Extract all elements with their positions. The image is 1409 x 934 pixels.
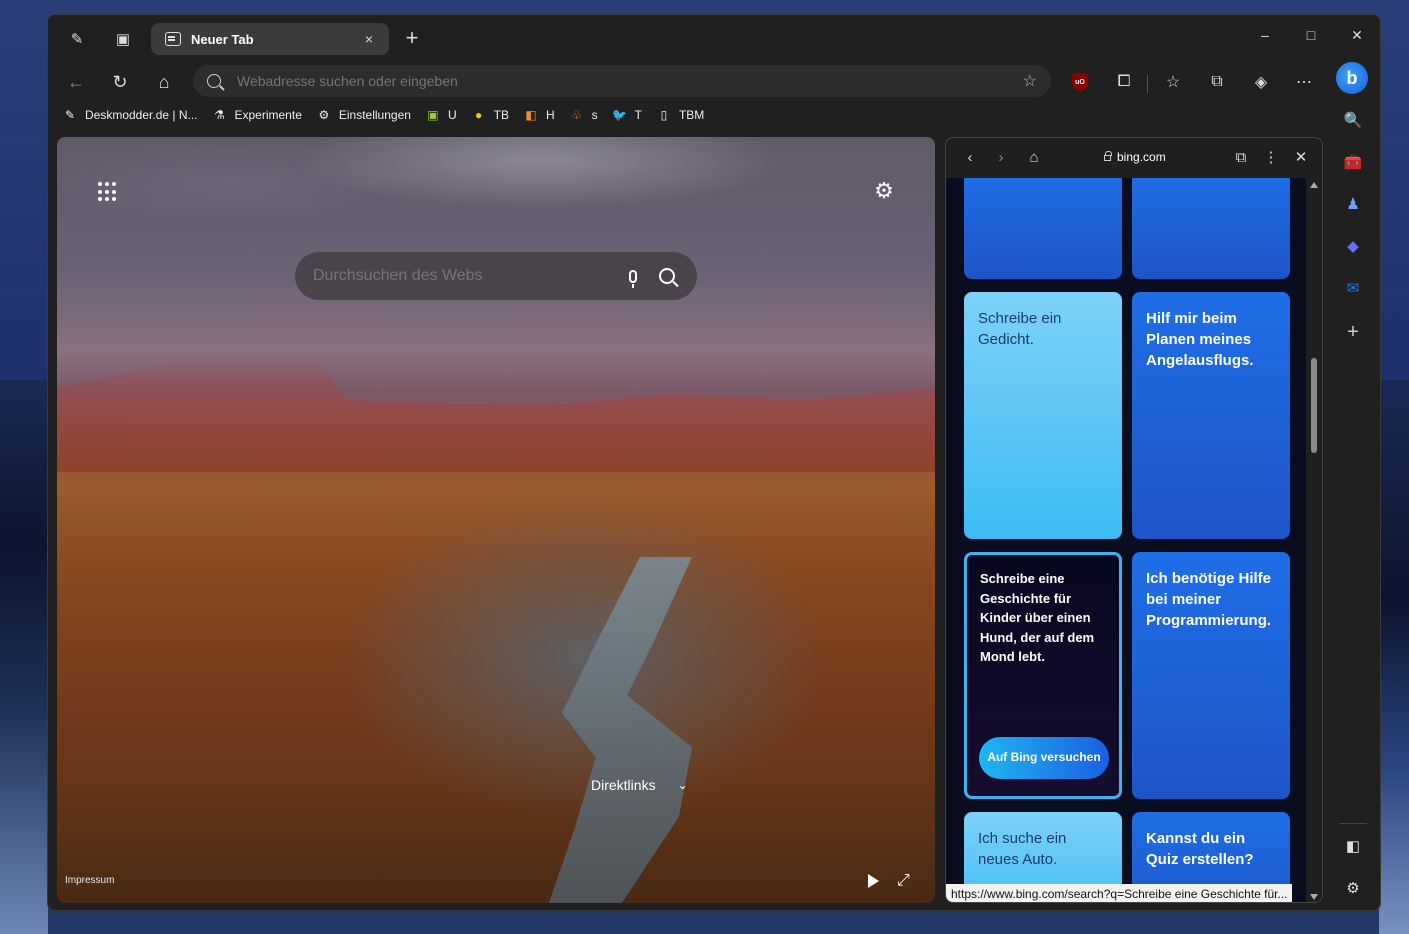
browser-essentials-icon[interactable]: ◈ — [1248, 69, 1274, 95]
sidebar-shopping-icon[interactable]: 🧰 — [1342, 151, 1364, 173]
prompt-card[interactable] — [964, 178, 1122, 279]
refresh-button[interactable]: ↻ — [105, 67, 135, 97]
panel-header: ‹ › ⌂ bing.com ⧉ ⋮ ✕ — [946, 138, 1322, 178]
profile-icon[interactable]: ✎ — [64, 26, 90, 52]
extensions-icon[interactable]: ⧠ — [1111, 69, 1137, 95]
prompt-card[interactable] — [1132, 178, 1290, 279]
play-icon[interactable] — [865, 873, 881, 889]
link-status-url: https://www.bing.com/search?q=Schreibe e… — [946, 884, 1292, 902]
search-icon — [207, 74, 221, 88]
address-input[interactable] — [237, 73, 1023, 89]
microphone-icon[interactable] — [621, 264, 645, 288]
sidebar-search-icon[interactable]: 🔍 — [1342, 109, 1364, 131]
impressum-link[interactable]: Impressum — [65, 875, 114, 886]
prompt-card-geschichte[interactable]: Schreibe eine Geschichte für Kinder über… — [964, 552, 1122, 799]
edge-sidebar: 🔍 🧰 ♟ ◆ ✉ + ◧ ⚙ — [1333, 107, 1373, 907]
background-mesa — [57, 361, 935, 472]
prompt-card-gedicht[interactable]: Schreibe ein Gedicht. — [964, 292, 1122, 539]
open-in-tab-icon[interactable]: ⧉ — [1230, 147, 1252, 169]
panel-back-icon[interactable]: ‹ — [959, 147, 981, 169]
sidebar-split-icon[interactable]: ◧ — [1342, 835, 1364, 857]
more-options-icon[interactable]: ⋯ — [1291, 69, 1317, 95]
favorite-s[interactable]: ♧ s — [569, 107, 597, 123]
sidebar-settings-icon[interactable]: ⚙ — [1342, 877, 1364, 899]
panel-close-icon[interactable]: ✕ — [1290, 147, 1312, 169]
sidebar-separator — [1339, 823, 1367, 824]
h-site-icon: ◧ — [525, 108, 537, 122]
tab-page-icon — [165, 32, 181, 46]
prompt-card-text: Schreibe eine Geschichte für Kinder über… — [980, 571, 1095, 664]
favorite-u[interactable]: ▣ U — [425, 107, 456, 123]
back-button[interactable]: ← — [61, 67, 91, 97]
favorite-t[interactable]: 🐦 T — [612, 107, 642, 123]
close-window-button[interactable]: ✕ — [1342, 27, 1372, 44]
background-river — [549, 557, 692, 903]
favorite-einstellungen[interactable]: ⚙ Einstellungen — [316, 107, 410, 123]
chevron-down-icon: ⌄ — [677, 778, 688, 792]
page-icon: ▯ — [660, 108, 668, 122]
apps-grid-icon[interactable] — [98, 182, 118, 202]
favorites-bar: ✎ Deskmodder.de | N... ⚗ Experimente ⚙ Eins… — [48, 101, 1338, 129]
tab-close-icon[interactable]: × — [359, 31, 379, 47]
favorites-icon[interactable]: ☆ — [1160, 69, 1186, 95]
home-button[interactable]: ⌂ — [149, 67, 179, 97]
desktop-wallpaper-right — [1379, 380, 1409, 934]
sidebar-games-icon[interactable]: ♟ — [1342, 193, 1364, 215]
tb-site-icon: ● — [474, 108, 483, 122]
minimize-button[interactable]: – — [1250, 27, 1280, 43]
try-on-bing-button[interactable]: Auf Bing versuchen — [979, 737, 1109, 779]
address-bar[interactable]: ☆ — [193, 65, 1051, 97]
panel-forward-icon[interactable]: › — [990, 147, 1012, 169]
scrollbar-thumb[interactable] — [1311, 358, 1317, 453]
web-search-box[interactable] — [295, 252, 697, 300]
prompt-card-angelausflug[interactable]: Hilf mir beim Planen meines Angelausflug… — [1132, 292, 1290, 539]
maximize-button[interactable]: □ — [1296, 27, 1326, 43]
sidebar-copilot-app-icon[interactable]: ◆ — [1342, 235, 1364, 257]
page-settings-icon[interactable]: ⚙ — [872, 179, 896, 203]
sidebar-add-icon[interactable]: + — [1342, 321, 1364, 343]
panel-url: bing.com — [1104, 150, 1166, 164]
tab-neuer-tab[interactable]: Neuer Tab × — [151, 23, 389, 55]
favorite-deskmodder[interactable]: ✎ Deskmodder.de | N... — [62, 107, 198, 123]
scroll-down-arrow-icon[interactable] — [1310, 894, 1318, 900]
collections-icon[interactable]: ⧉ — [1204, 69, 1230, 95]
bing-chat-icon[interactable]: b — [1336, 62, 1368, 94]
new-tab-page: ⚙ Direktlinks ⌄ Impressum ⤢ — [57, 137, 935, 903]
u-site-icon: ▣ — [427, 108, 439, 122]
direktlinks-toggle[interactable]: Direktlinks ⌄ — [591, 777, 688, 793]
tab-bar: ✎ ▣ Neuer Tab × + – □ ✕ — [48, 15, 1380, 61]
panel-more-icon[interactable]: ⋮ — [1260, 147, 1282, 169]
bing-side-panel: ‹ › ⌂ bing.com ⧉ ⋮ ✕ Schreibe ein Gedich… — [945, 137, 1323, 903]
toolbar: ← ↻ ⌂ ☆ uO ⧠ ☆ ⧉ ◈ ⋯ — [48, 61, 1380, 101]
ublock-extension-icon[interactable]: uO — [1067, 69, 1093, 95]
expand-icon[interactable]: ⤢ — [897, 872, 910, 890]
s-site-icon: ♧ — [571, 108, 582, 122]
favorite-tbm[interactable]: ▯ TBM — [656, 107, 705, 123]
favorite-tb[interactable]: ● TB — [471, 107, 509, 123]
favorite-experimente[interactable]: ⚗ Experimente — [212, 107, 302, 123]
tab-title: Neuer Tab — [191, 31, 254, 47]
direktlinks-label: Direktlinks — [591, 777, 656, 793]
panel-home-icon[interactable]: ⌂ — [1023, 147, 1045, 169]
bing-cards-area: Schreibe ein Gedicht. Hilf mir beim Plan… — [946, 178, 1308, 902]
search-icon[interactable] — [659, 268, 675, 284]
browser-window: ✎ ▣ Neuer Tab × + – □ ✕ ← ↻ ⌂ ☆ uO ⧠ ☆ ⧉… — [47, 14, 1381, 911]
prompt-card-programmierung[interactable]: Ich benötige Hilfe bei meiner Programmie… — [1132, 552, 1290, 799]
desktop-wallpaper-left — [0, 380, 48, 934]
twitter-icon: 🐦 — [612, 108, 628, 122]
workspaces-icon[interactable]: ▣ — [110, 26, 136, 52]
web-search-input[interactable] — [313, 267, 621, 285]
sidebar-outlook-icon[interactable]: ✉ — [1342, 277, 1364, 299]
flask-icon: ⚗ — [214, 108, 225, 122]
add-favorite-icon[interactable]: ☆ — [1023, 71, 1037, 91]
panel-scrollbar[interactable] — [1306, 178, 1322, 902]
lock-icon — [1104, 151, 1112, 161]
toolbar-separator — [1147, 75, 1148, 93]
favorite-h[interactable]: ◧ H — [523, 107, 554, 123]
pen-icon: ✎ — [64, 108, 76, 122]
new-tab-button[interactable]: + — [399, 26, 425, 50]
scroll-up-arrow-icon[interactable] — [1310, 182, 1318, 188]
gear-icon: ⚙ — [318, 108, 330, 122]
